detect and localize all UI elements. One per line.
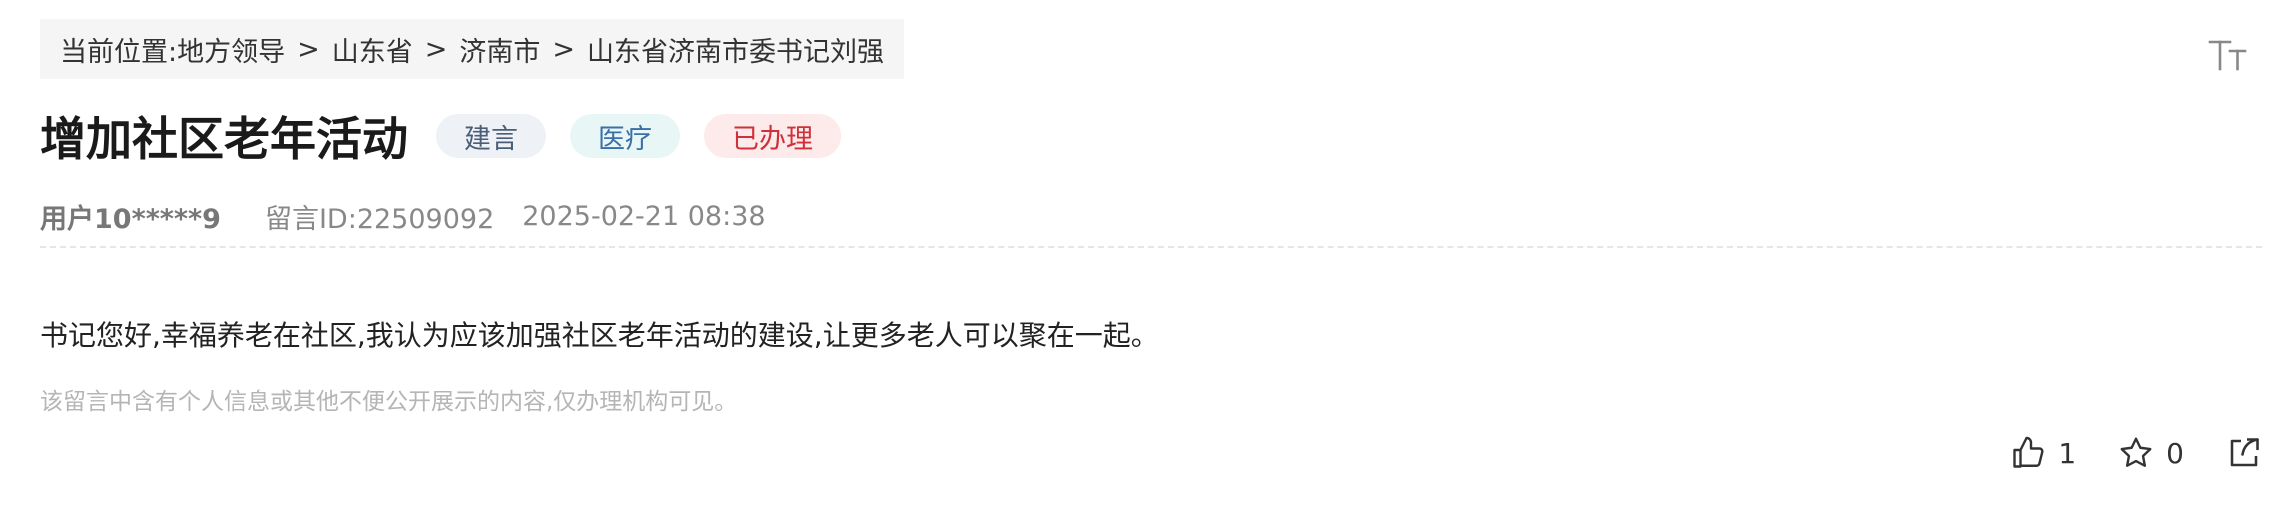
breadcrumb-item-local-leaders[interactable]: 地方领导 [177,30,285,69]
font-size-glyph [2208,40,2247,71]
favorite-count: 0 [2166,436,2184,470]
like-button[interactable]: 1 [2010,435,2076,471]
share-icon [2230,438,2259,467]
tag-type: 建言 [436,114,546,158]
thumbs-up-icon [2013,436,2044,468]
message-datetime: 2025-02-21 08:38 [522,200,766,232]
breadcrumb-separator: > [424,33,448,65]
like-count: 1 [2058,436,2077,470]
title-row: 增加社区老年活动 建言 医疗 已办理 [40,99,865,173]
message-detail: 当前位置: 地方领导 > 山东省 > 济南市 > 山东省济南市委书记刘强 增加社… [40,19,2262,519]
favorite-button[interactable]: 0 [2118,435,2184,471]
privacy-notice: 该留言中含有个人信息或其他不便公开展示的内容,仅办理机构可见。 [40,389,738,415]
divider [40,246,2262,248]
page-title: 增加社区老年活动 [40,112,408,166]
star-icon [2120,437,2152,467]
tag-field: 医疗 [570,114,680,158]
meta-row: 用户10*****9 留言ID:22509092 2025-02-21 08:3… [40,191,766,241]
action-bar: 1 0 [1968,423,2262,483]
breadcrumb-item-leader[interactable]: 山东省济南市委书记刘强 [587,30,884,69]
share-button[interactable] [2226,435,2262,471]
breadcrumb-separator: > [552,33,575,65]
breadcrumb: 当前位置: 地方领导 > 山东省 > 济南市 > 山东省济南市委书记刘强 [40,19,904,79]
author-name: 用户10*****9 [40,203,221,235]
breadcrumb-separator: > [297,33,320,65]
font-size-icon[interactable] [2204,31,2252,79]
message-content: 书记您好,幸福养老在社区,我认为应该加强社区老年活动的建设,让更多老人可以聚在一… [40,319,1159,352]
breadcrumb-item-city[interactable]: 济南市 [459,30,540,69]
breadcrumb-prefix: 当前位置: [60,36,178,68]
breadcrumb-item-province[interactable]: 山东省 [332,30,413,69]
status-badge: 已办理 [704,114,841,158]
message-id: 留言ID:22509092 [264,203,495,235]
